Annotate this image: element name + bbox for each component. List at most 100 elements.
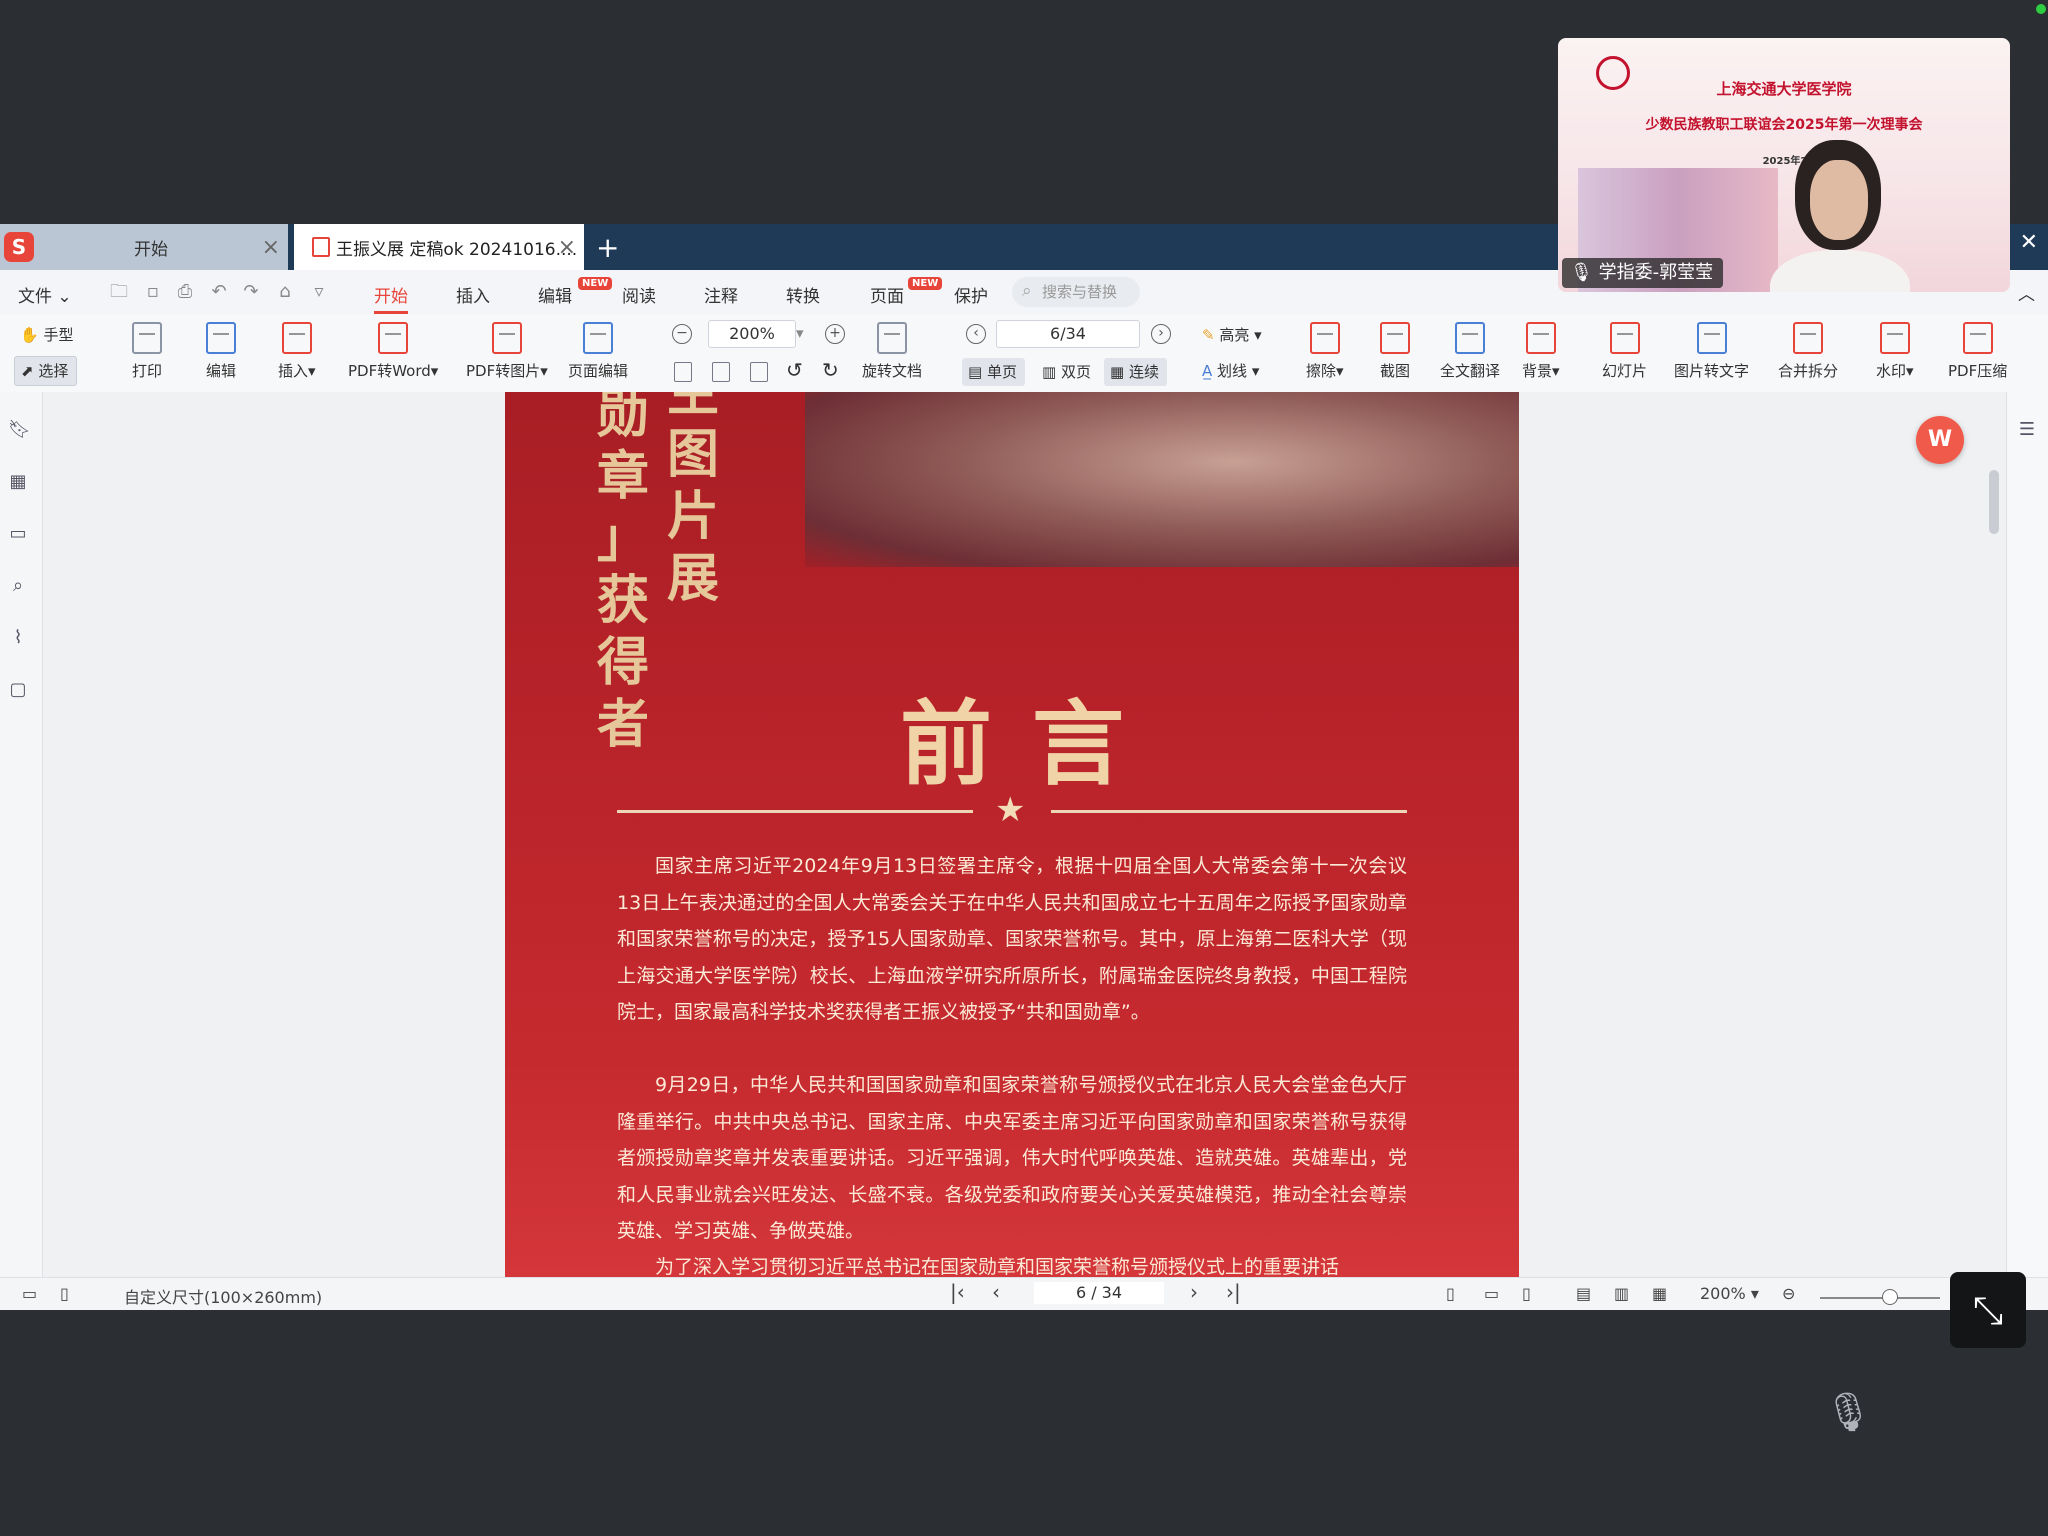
compress-icon — [1962, 322, 1993, 354]
file-menu[interactable]: 文件 ⌄ — [18, 282, 72, 307]
tab-document-label: 王振义展 定稿ok 20241016.... — [336, 239, 578, 260]
new-badge: NEW — [578, 277, 613, 290]
double-page-toggle[interactable]: ▥ 双页 — [1036, 358, 1099, 386]
erase-button[interactable]: 擦除▾ — [1306, 322, 1344, 381]
search-icon[interactable]: ⌕ — [8, 576, 28, 596]
insert-icon — [281, 322, 312, 354]
undo-icon[interactable]: ↶ — [208, 282, 230, 302]
first-page-icon[interactable]: |‹ — [950, 1280, 965, 1304]
zoom-out-icon[interactable]: − — [672, 324, 692, 344]
translate-button[interactable]: 全文翻译 — [1440, 322, 1500, 381]
zoom-slider[interactable] — [1820, 1297, 1940, 1299]
close-icon[interactable]: × — [262, 235, 280, 260]
window-close-icon[interactable]: ✕ — [2020, 230, 2038, 255]
previous-page-icon[interactable]: ‹ — [966, 324, 986, 344]
vertical-title-right: 主 图 片 展 — [666, 392, 719, 609]
menu-page[interactable]: 页面 — [870, 282, 904, 307]
menu-convert[interactable]: 转换 — [786, 282, 820, 307]
pdf-compress-button[interactable]: PDF压缩 — [1948, 322, 2007, 381]
menu-insert[interactable]: 插入 — [456, 282, 490, 307]
menu-annotate[interactable]: 注释 — [704, 282, 738, 307]
prev-page-icon[interactable]: ‹ — [992, 1280, 1000, 1304]
last-page-icon[interactable]: ›| — [1226, 1280, 1241, 1304]
screenshot-button[interactable]: 截图 — [1380, 322, 1410, 381]
video-call-tile[interactable]: 上海交通大学医学院 少数民族教职工联谊会2025年第一次理事会 2025年2月 — [1558, 38, 2010, 292]
collapse-ribbon-icon[interactable]: ︿ — [2018, 280, 2035, 305]
close-icon[interactable]: × — [558, 235, 576, 260]
rotate-left-icon[interactable]: ↺ — [786, 358, 803, 382]
page-number-input[interactable]: 6/34 — [996, 320, 1140, 348]
zoom-level[interactable]: 200% ▾ — [1700, 1284, 1759, 1303]
highlight-button[interactable]: ✎ 高亮 ▾ — [1202, 324, 1262, 345]
fit-page-icon[interactable] — [674, 362, 692, 382]
tab-home[interactable]: S 开始 × — [0, 224, 288, 270]
home-icon[interactable]: ⌂ — [274, 282, 296, 302]
page-layout-icon[interactable]: ▭ — [22, 1284, 37, 1303]
settings-sliders-icon[interactable]: ☰ — [2017, 420, 2037, 440]
redo-icon[interactable]: ↷ — [240, 282, 262, 302]
print-button[interactable]: 打印 — [132, 322, 162, 381]
strikethrough-button[interactable]: A̲ 划线 ▾ — [1202, 360, 1259, 381]
app-logo-icon: S — [4, 232, 34, 262]
expand-icon[interactable]: ⤡ — [1950, 1272, 2026, 1348]
fit-page-icon[interactable]: ▯ — [1446, 1284, 1455, 1303]
actual-size-icon[interactable]: ▯ — [1522, 1284, 1531, 1303]
next-page-icon[interactable]: › — [1190, 1280, 1198, 1304]
single-page-view-icon[interactable]: ▤ — [1576, 1284, 1591, 1303]
customize-quick-access-icon[interactable]: ▿ — [308, 282, 330, 302]
page-grid-icon — [583, 322, 613, 354]
menu-protect[interactable]: 保护 — [954, 282, 988, 307]
rotate-right-icon[interactable]: ↻ — [822, 358, 839, 382]
zoom-out-icon[interactable]: ⊖ — [1782, 1284, 1795, 1303]
fit-width-icon[interactable] — [712, 362, 730, 382]
vertical-scrollbar[interactable] — [1989, 470, 1999, 534]
thumbnails-icon[interactable]: ▦ — [8, 472, 28, 492]
menu-start[interactable]: 开始 — [374, 282, 408, 314]
page-edit-button[interactable]: 页面编辑 — [568, 322, 628, 381]
watermark-button[interactable]: 水印▾ — [1876, 322, 1914, 381]
pdf-file-icon — [312, 237, 330, 257]
pdf-to-image-button[interactable]: PDF转图片▾ — [466, 322, 548, 381]
open-folder-icon[interactable]: 🗀 — [108, 282, 130, 302]
background-button[interactable]: 背景▾ — [1522, 322, 1560, 381]
double-page-view-icon[interactable]: ▦ — [1652, 1284, 1667, 1303]
new-tab-button[interactable]: + — [596, 224, 622, 270]
status-page-indicator[interactable]: 6 / 34 — [1034, 1282, 1164, 1304]
menu-read[interactable]: 阅读 — [622, 282, 656, 307]
pdf-to-word-button[interactable]: PDF转Word▾ — [348, 322, 438, 381]
slideshow-button[interactable]: 幻灯片 — [1602, 322, 1647, 381]
page-icon[interactable]: ▯ — [60, 1284, 69, 1303]
continuous-view-icon[interactable]: ▥ — [1614, 1284, 1629, 1303]
continuous-toggle[interactable]: ▦ 连续 — [1104, 358, 1167, 386]
tab-document[interactable]: 王振义展 定稿ok 20241016.... × — [294, 224, 584, 270]
assistant-float-button[interactable]: W — [1916, 416, 1964, 464]
print-icon[interactable]: ⎙ — [174, 282, 196, 302]
edit-button[interactable]: 编辑 — [206, 322, 236, 381]
insert-button[interactable]: 插入▾ — [278, 322, 316, 381]
menu-edit[interactable]: 编辑 — [538, 282, 572, 307]
speaker-name-label: 🎙 学指委-郭莹莹 — [1562, 258, 1724, 288]
save-icon[interactable]: ▫ — [142, 282, 164, 302]
fit-width-icon[interactable]: ▭ — [1484, 1284, 1499, 1303]
merge-split-button[interactable]: 合并拆分 — [1778, 322, 1838, 381]
chevron-down-icon[interactable]: ▾ — [796, 324, 804, 342]
next-page-icon[interactable]: › — [1151, 324, 1171, 344]
body-paragraph: 为了深入学习贯彻习近平总书记在国家勋章和国家荣誉称号颁授仪式上的重要讲话 — [655, 1256, 1340, 1277]
zoom-slider-handle[interactable] — [1882, 1289, 1898, 1305]
divider-left — [617, 810, 973, 813]
hand-tool-button[interactable]: ✋ 手型 — [14, 321, 81, 349]
select-tool-button[interactable]: ⬈ 选择 — [14, 356, 78, 386]
bookmark-icon[interactable]: 🔖︎ — [8, 420, 31, 440]
search-input[interactable]: 搜索与替换 — [1012, 276, 1140, 307]
rotate-document-button[interactable]: 旋转文档 — [862, 322, 922, 381]
microphone-muted-icon[interactable]: 🎙︎ — [1824, 1390, 1872, 1442]
actual-size-icon[interactable] — [750, 362, 768, 382]
attachment-icon[interactable]: ⌇ — [8, 628, 28, 648]
image-to-text-button[interactable]: 图片转文字 — [1674, 322, 1749, 381]
zoom-in-icon[interactable]: + — [825, 324, 845, 344]
speaker-video — [1770, 140, 1910, 292]
single-page-toggle[interactable]: ▤ 单页 — [962, 358, 1025, 386]
comments-icon[interactable]: ▭ — [8, 524, 28, 544]
zoom-select[interactable]: 200% — [708, 320, 796, 348]
signature-icon[interactable]: ▢ — [8, 680, 28, 700]
